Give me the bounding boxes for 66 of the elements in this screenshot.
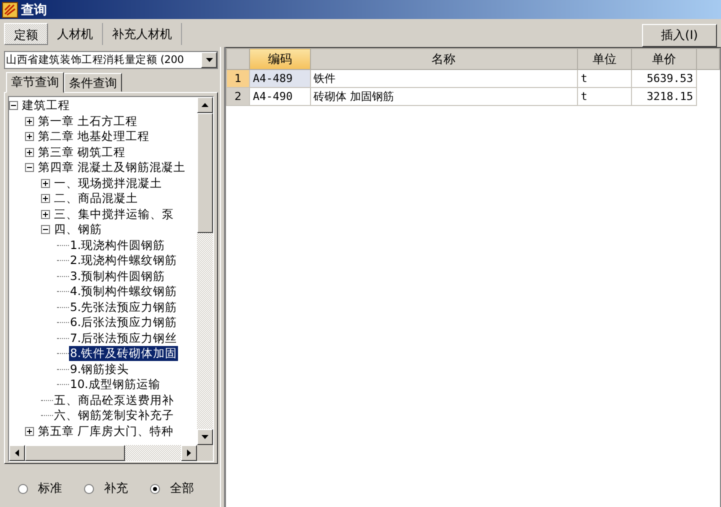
tree-item[interactable]: 第五章 厂库房大门、特种	[37, 424, 175, 439]
tree-item[interactable]: 7.后张法预应力钢丝	[69, 330, 178, 346]
tree-item[interactable]: 10.成型钢筋运输	[69, 377, 162, 392]
table-cell: 3218.15	[632, 88, 697, 106]
table-cell: A4-489	[249, 70, 310, 88]
scroll-thumb[interactable]	[25, 445, 125, 461]
expand-icon[interactable]	[25, 116, 34, 126]
expand-icon[interactable]	[41, 210, 50, 219]
tree-item[interactable]: 1.现浇构件圆钢筋	[69, 238, 166, 253]
tree-item[interactable]: 第三章 砌筑工程	[37, 144, 127, 160]
table-cell: 砖砌体 加固钢筋	[310, 88, 578, 106]
scroll-up-button[interactable]	[197, 97, 213, 113]
tree-item[interactable]: 6.后张法预应力钢筋	[69, 315, 178, 330]
tree-item[interactable]: 第一章 土石方工程	[37, 114, 139, 129]
table-cell: 铁件	[310, 70, 578, 88]
scroll-down-button[interactable]	[197, 429, 213, 445]
tree-item[interactable]: 五、商品砼泵送费用补	[53, 392, 175, 408]
tab[interactable]: 章节查询	[6, 72, 64, 93]
window-title: 查询	[21, 2, 47, 18]
column-header[interactable]: 单价	[632, 48, 697, 70]
tree-item[interactable]: 建筑工程	[21, 98, 71, 114]
app-icon	[2, 2, 18, 18]
tree-item[interactable]: 4.预制构件螺纹钢筋	[69, 284, 178, 300]
expand-icon[interactable]	[41, 194, 50, 204]
tab[interactable]: 条件查询	[64, 73, 122, 92]
row-number: 1	[226, 70, 250, 88]
column-header[interactable]: 单位	[577, 48, 632, 70]
scroll-left-button[interactable]	[9, 445, 25, 461]
scrollbar-corner	[197, 445, 213, 461]
tree-item[interactable]: 3.预制构件圆钢筋	[69, 268, 166, 284]
table-cell: A4-490	[249, 88, 310, 106]
tree-item[interactable]: 四、钢筋	[53, 222, 103, 238]
library-dropdown[interactable]: 山西省建筑装饰工程消耗量定额 (200	[4, 51, 218, 69]
tree-item[interactable]: 一、现场搅拌混凝土	[53, 176, 163, 191]
expand-icon[interactable]	[25, 132, 34, 142]
tree-item[interactable]: 2.现浇构件螺纹钢筋	[69, 253, 178, 268]
column-header[interactable]: 编码	[249, 48, 310, 70]
radio-option[interactable]: 补充	[84, 480, 128, 497]
tree-item[interactable]: 第二章 地基处理工程	[37, 129, 151, 144]
vertical-scrollbar[interactable]	[197, 97, 213, 445]
tree-item[interactable]: 第四章 混凝土及钢筋混凝土	[37, 160, 187, 176]
tree-item[interactable]: 三、集中搅拌运输、泵	[53, 206, 175, 222]
table-cell: 5639.53	[632, 70, 697, 88]
expand-icon[interactable]	[41, 178, 50, 188]
tab[interactable]: 定额	[4, 23, 48, 45]
radio-option[interactable]: 标准	[18, 480, 62, 497]
insert-button[interactable]: 插入(I)	[642, 24, 717, 47]
collapse-icon[interactable]	[9, 101, 18, 110]
tree-item[interactable]: 二、商品混凝土	[53, 191, 139, 206]
scroll-thumb[interactable]	[197, 113, 213, 233]
tree-item[interactable]: 9.钢筋接头	[69, 362, 130, 377]
tree-item[interactable]: 5.先张法预应力钢筋	[69, 300, 178, 315]
tree-item[interactable]: 8.铁件及砖砌体加固	[69, 346, 178, 362]
table-cell: t	[577, 88, 632, 106]
horizontal-scrollbar[interactable]	[9, 445, 197, 461]
collapse-icon[interactable]	[25, 163, 34, 172]
collapse-icon[interactable]	[41, 225, 50, 234]
row-number: 2	[226, 88, 250, 106]
expand-icon[interactable]	[25, 148, 34, 157]
column-header[interactable]: 名称	[310, 48, 578, 70]
table-cell: t	[577, 70, 632, 88]
tree-item[interactable]: 六、钢筋笼制安补充子	[53, 408, 175, 424]
scroll-right-button[interactable]	[181, 445, 197, 461]
dropdown-arrow-icon	[206, 58, 212, 62]
radio-option[interactable]: 全部	[150, 480, 194, 497]
expand-icon[interactable]	[25, 426, 34, 436]
